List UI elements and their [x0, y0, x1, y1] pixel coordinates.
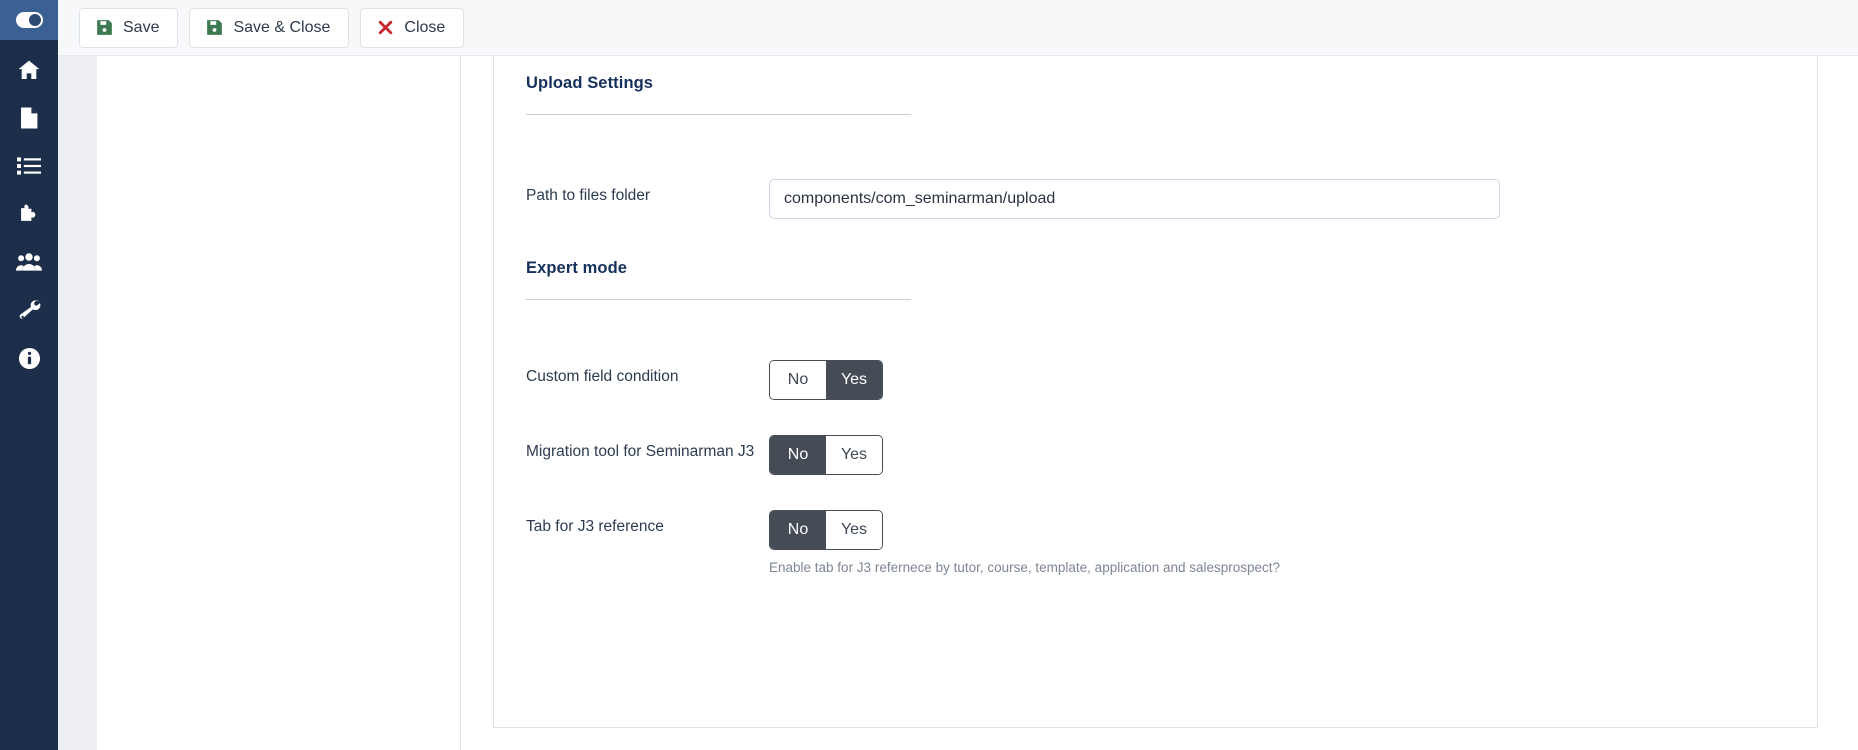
- sidebar-item-components[interactable]: [0, 190, 58, 238]
- toggle-option-yes[interactable]: Yes: [826, 361, 882, 399]
- field-label: Tab for J3 reference: [526, 510, 769, 537]
- field-control: No Yes Enable tab for J3 refernece by tu…: [769, 510, 1777, 577]
- info-icon: [18, 347, 41, 370]
- toggle-switch-icon: [16, 12, 43, 28]
- sidebar: [0, 0, 58, 750]
- custom-field-condition-toggle[interactable]: No Yes: [769, 360, 883, 400]
- sidebar-item-home[interactable]: [0, 46, 58, 94]
- field-control: [769, 179, 1777, 219]
- sidebar-item-users[interactable]: [0, 238, 58, 286]
- field-control: No Yes: [769, 360, 1777, 400]
- section-divider: [526, 299, 911, 300]
- panel-spacer-column: [461, 56, 493, 750]
- sidebar-collapse-toggle[interactable]: [0, 0, 58, 40]
- settings-panel: Upload Settings Path to files folder Exp…: [493, 56, 1818, 728]
- field-label: Custom field condition: [526, 360, 769, 387]
- save-and-close-button-label: Save & Close: [233, 19, 330, 37]
- field-tab-for-j3-reference: Tab for J3 reference No Yes Enable tab f…: [526, 510, 1777, 577]
- field-path-to-files-folder: Path to files folder: [526, 179, 1777, 219]
- toggle-option-no[interactable]: No: [770, 436, 826, 474]
- path-to-files-folder-input[interactable]: [769, 179, 1500, 219]
- document-icon: [18, 106, 40, 130]
- save-button-label: Save: [123, 19, 159, 37]
- floppy-disk-icon: [96, 19, 113, 36]
- save-and-close-button[interactable]: Save & Close: [189, 8, 349, 48]
- section-title: Expert mode: [526, 259, 1777, 278]
- field-custom-field-condition: Custom field condition No Yes: [526, 360, 1777, 400]
- left-empty-column: [97, 56, 461, 750]
- app-window: Save Save & Close Close: [0, 0, 1858, 750]
- toggle-option-no[interactable]: No: [770, 361, 826, 399]
- home-icon: [17, 58, 41, 82]
- section-title: Upload Settings: [526, 74, 1777, 93]
- x-mark-icon: [377, 19, 394, 36]
- toggle-option-yes[interactable]: Yes: [826, 511, 882, 549]
- sidebar-item-content[interactable]: [0, 94, 58, 142]
- toolbar: Save Save & Close Close: [58, 0, 1858, 56]
- list-icon: [17, 156, 41, 176]
- sidebar-item-help[interactable]: [0, 334, 58, 382]
- wrench-icon: [17, 298, 41, 322]
- puzzle-icon: [17, 202, 41, 226]
- field-label: Path to files folder: [526, 179, 769, 206]
- field-help-text: Enable tab for J3 refernece by tutor, co…: [769, 559, 1777, 577]
- close-button[interactable]: Close: [360, 8, 464, 48]
- body-area: Upload Settings Path to files folder Exp…: [58, 56, 1858, 750]
- users-icon: [16, 252, 42, 272]
- field-control: No Yes: [769, 435, 1777, 475]
- section-expert-mode: Expert mode: [526, 259, 1777, 300]
- section-upload-settings: Upload Settings: [526, 74, 1777, 115]
- sidebar-item-menus[interactable]: [0, 142, 58, 190]
- section-divider: [526, 114, 911, 115]
- migration-tool-toggle[interactable]: No Yes: [769, 435, 883, 475]
- toggle-option-yes[interactable]: Yes: [826, 436, 882, 474]
- field-label: Migration tool for Seminarman J3: [526, 435, 769, 462]
- save-button[interactable]: Save: [79, 8, 178, 48]
- close-button-label: Close: [404, 19, 445, 37]
- tab-for-j3-reference-toggle[interactable]: No Yes: [769, 510, 883, 550]
- sidebar-item-system[interactable]: [0, 286, 58, 334]
- field-migration-tool: Migration tool for Seminarman J3 No Yes: [526, 435, 1777, 475]
- left-gutter: [58, 56, 97, 750]
- settings-panel-content: Upload Settings Path to files folder Exp…: [494, 56, 1817, 577]
- toggle-option-no[interactable]: No: [770, 511, 826, 549]
- sidebar-nav: [0, 40, 58, 382]
- floppy-disk-icon: [206, 19, 223, 36]
